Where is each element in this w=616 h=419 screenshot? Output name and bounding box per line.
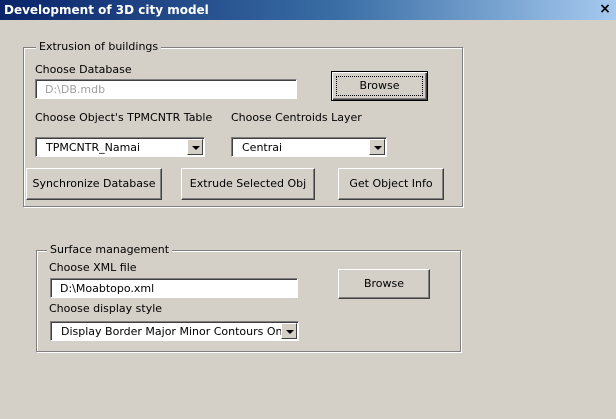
tpmcntr-table-label: Choose Object's TPMCNTR Table [35, 111, 213, 124]
extrude-selected-button[interactable]: Extrude Selected Obj [181, 168, 315, 200]
display-style-select[interactable]: Display Border Major Minor Contours Only [50, 321, 299, 341]
choose-database-label: Choose Database [35, 63, 132, 76]
tpmcntr-table-select[interactable]: TPMCNTR_Namai [35, 137, 205, 157]
display-style-value: Display Border Major Minor Contours Only [61, 325, 293, 338]
extrusion-group: Extrusion of buildings Choose Database D… [23, 40, 463, 207]
synchronize-database-label: Synchronize Database [32, 177, 156, 190]
title-bar[interactable]: Development of 3D city model × [0, 0, 616, 20]
surface-group: Surface management Choose XML file D:\Mo… [36, 243, 461, 352]
extrude-selected-label: Extrude Selected Obj [189, 177, 307, 190]
choose-xml-label: Choose XML file [49, 261, 137, 274]
centroids-layer-select[interactable]: Centrai [231, 137, 387, 157]
chevron-down-icon[interactable] [187, 139, 203, 155]
chevron-down-icon[interactable] [369, 139, 385, 155]
browse-xml-label: Browse [363, 277, 405, 290]
get-object-info-label: Get Object Info [349, 177, 433, 190]
close-icon[interactable]: × [598, 1, 612, 17]
get-object-info-button[interactable]: Get Object Info [338, 168, 444, 200]
window-title: Development of 3D city model [4, 3, 209, 17]
browse-database-label: Browse [359, 79, 400, 92]
surface-group-legend: Surface management [47, 243, 173, 256]
choose-display-style-label: Choose display style [49, 302, 163, 315]
database-path-field[interactable]: D:\DB.mdb [35, 79, 297, 99]
synchronize-database-button[interactable]: Synchronize Database [26, 168, 162, 200]
dialog-window: Development of 3D city model × Extrusion… [0, 0, 616, 419]
extrusion-group-legend: Extrusion of buildings [36, 40, 162, 53]
chevron-down-icon[interactable] [281, 323, 297, 339]
tpmcntr-table-value: TPMCNTR_Namai [46, 141, 141, 154]
centroids-layer-label: Choose Centroids Layer [231, 111, 362, 124]
browse-database-button[interactable]: Browse [331, 71, 428, 101]
centroids-layer-value: Centrai [242, 141, 283, 154]
browse-xml-button[interactable]: Browse [338, 269, 430, 299]
xml-path-field[interactable]: D:\Moabtopo.xml [50, 278, 298, 298]
